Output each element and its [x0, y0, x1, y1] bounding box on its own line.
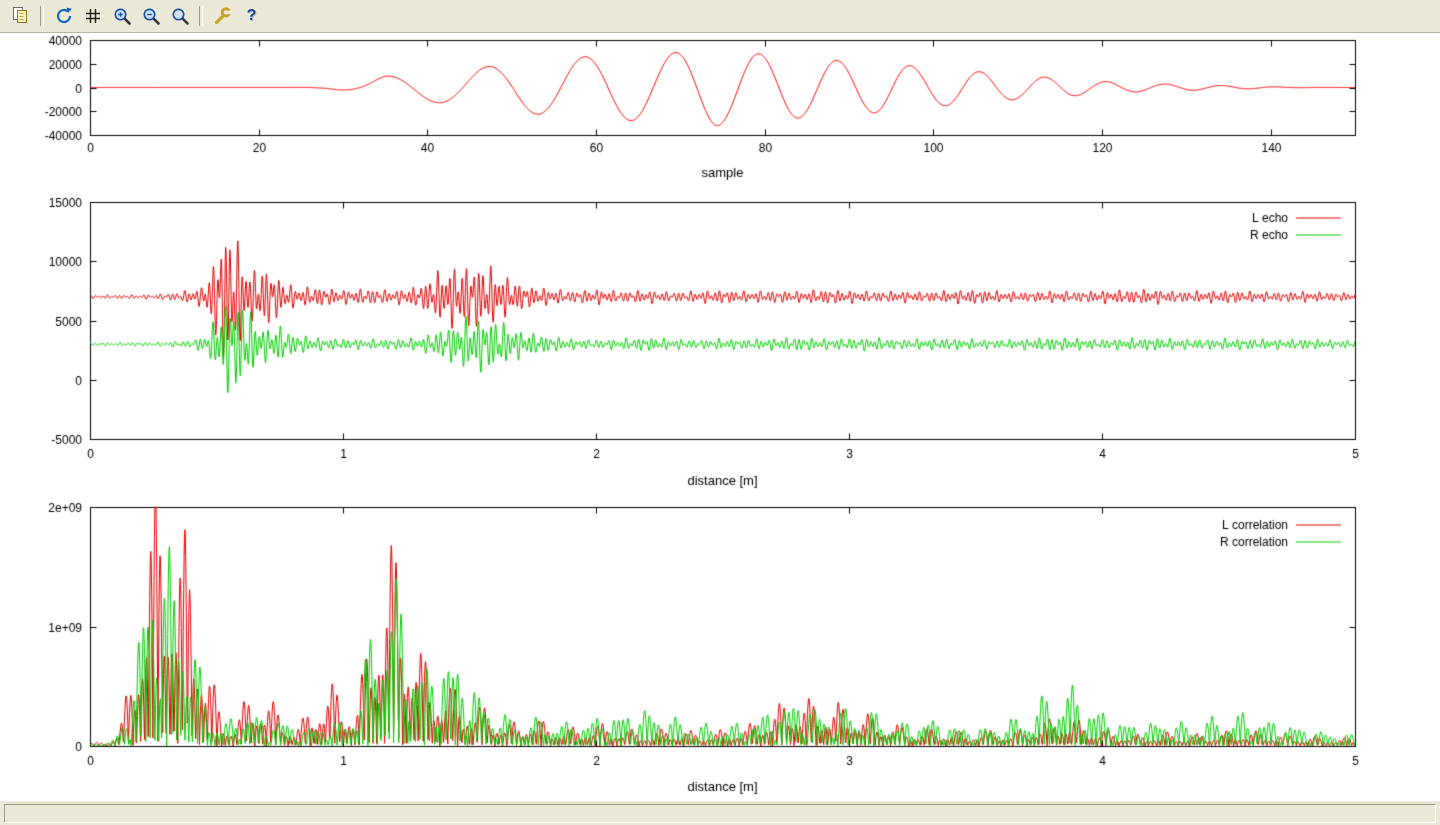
zoom-in-button[interactable]: [108, 3, 135, 30]
help-icon: ?: [247, 8, 257, 24]
wrench-icon: [213, 6, 233, 26]
copy-to-clipboard-button[interactable]: [7, 3, 34, 30]
status-bar: [0, 800, 1440, 825]
help-button[interactable]: ?: [238, 3, 265, 30]
toolbar-separator: [40, 6, 44, 26]
toolbar-separator: [199, 6, 203, 26]
zoom-reset-button[interactable]: [166, 3, 193, 30]
plot-area: [0, 33, 1440, 800]
copy-to-clipboard-icon: [11, 6, 31, 26]
chart-sample-waveform[interactable]: [0, 33, 1440, 185]
chart-correlation-vs-distance[interactable]: [0, 495, 1440, 800]
toolbar: ?: [0, 0, 1440, 33]
replot-button[interactable]: [50, 3, 77, 30]
zoom-out-icon: [141, 6, 161, 26]
zoom-reset-icon: [170, 6, 190, 26]
zoom-in-icon: [112, 6, 132, 26]
gnuplot-window: ?: [0, 0, 1440, 825]
chart-echo-vs-distance[interactable]: [0, 185, 1440, 495]
configure-button[interactable]: [209, 3, 236, 30]
replot-icon: [54, 6, 74, 26]
zoom-out-button[interactable]: [137, 3, 164, 30]
grid-icon: [83, 6, 103, 26]
status-field: [4, 804, 1436, 823]
toggle-grid-button[interactable]: [79, 3, 106, 30]
